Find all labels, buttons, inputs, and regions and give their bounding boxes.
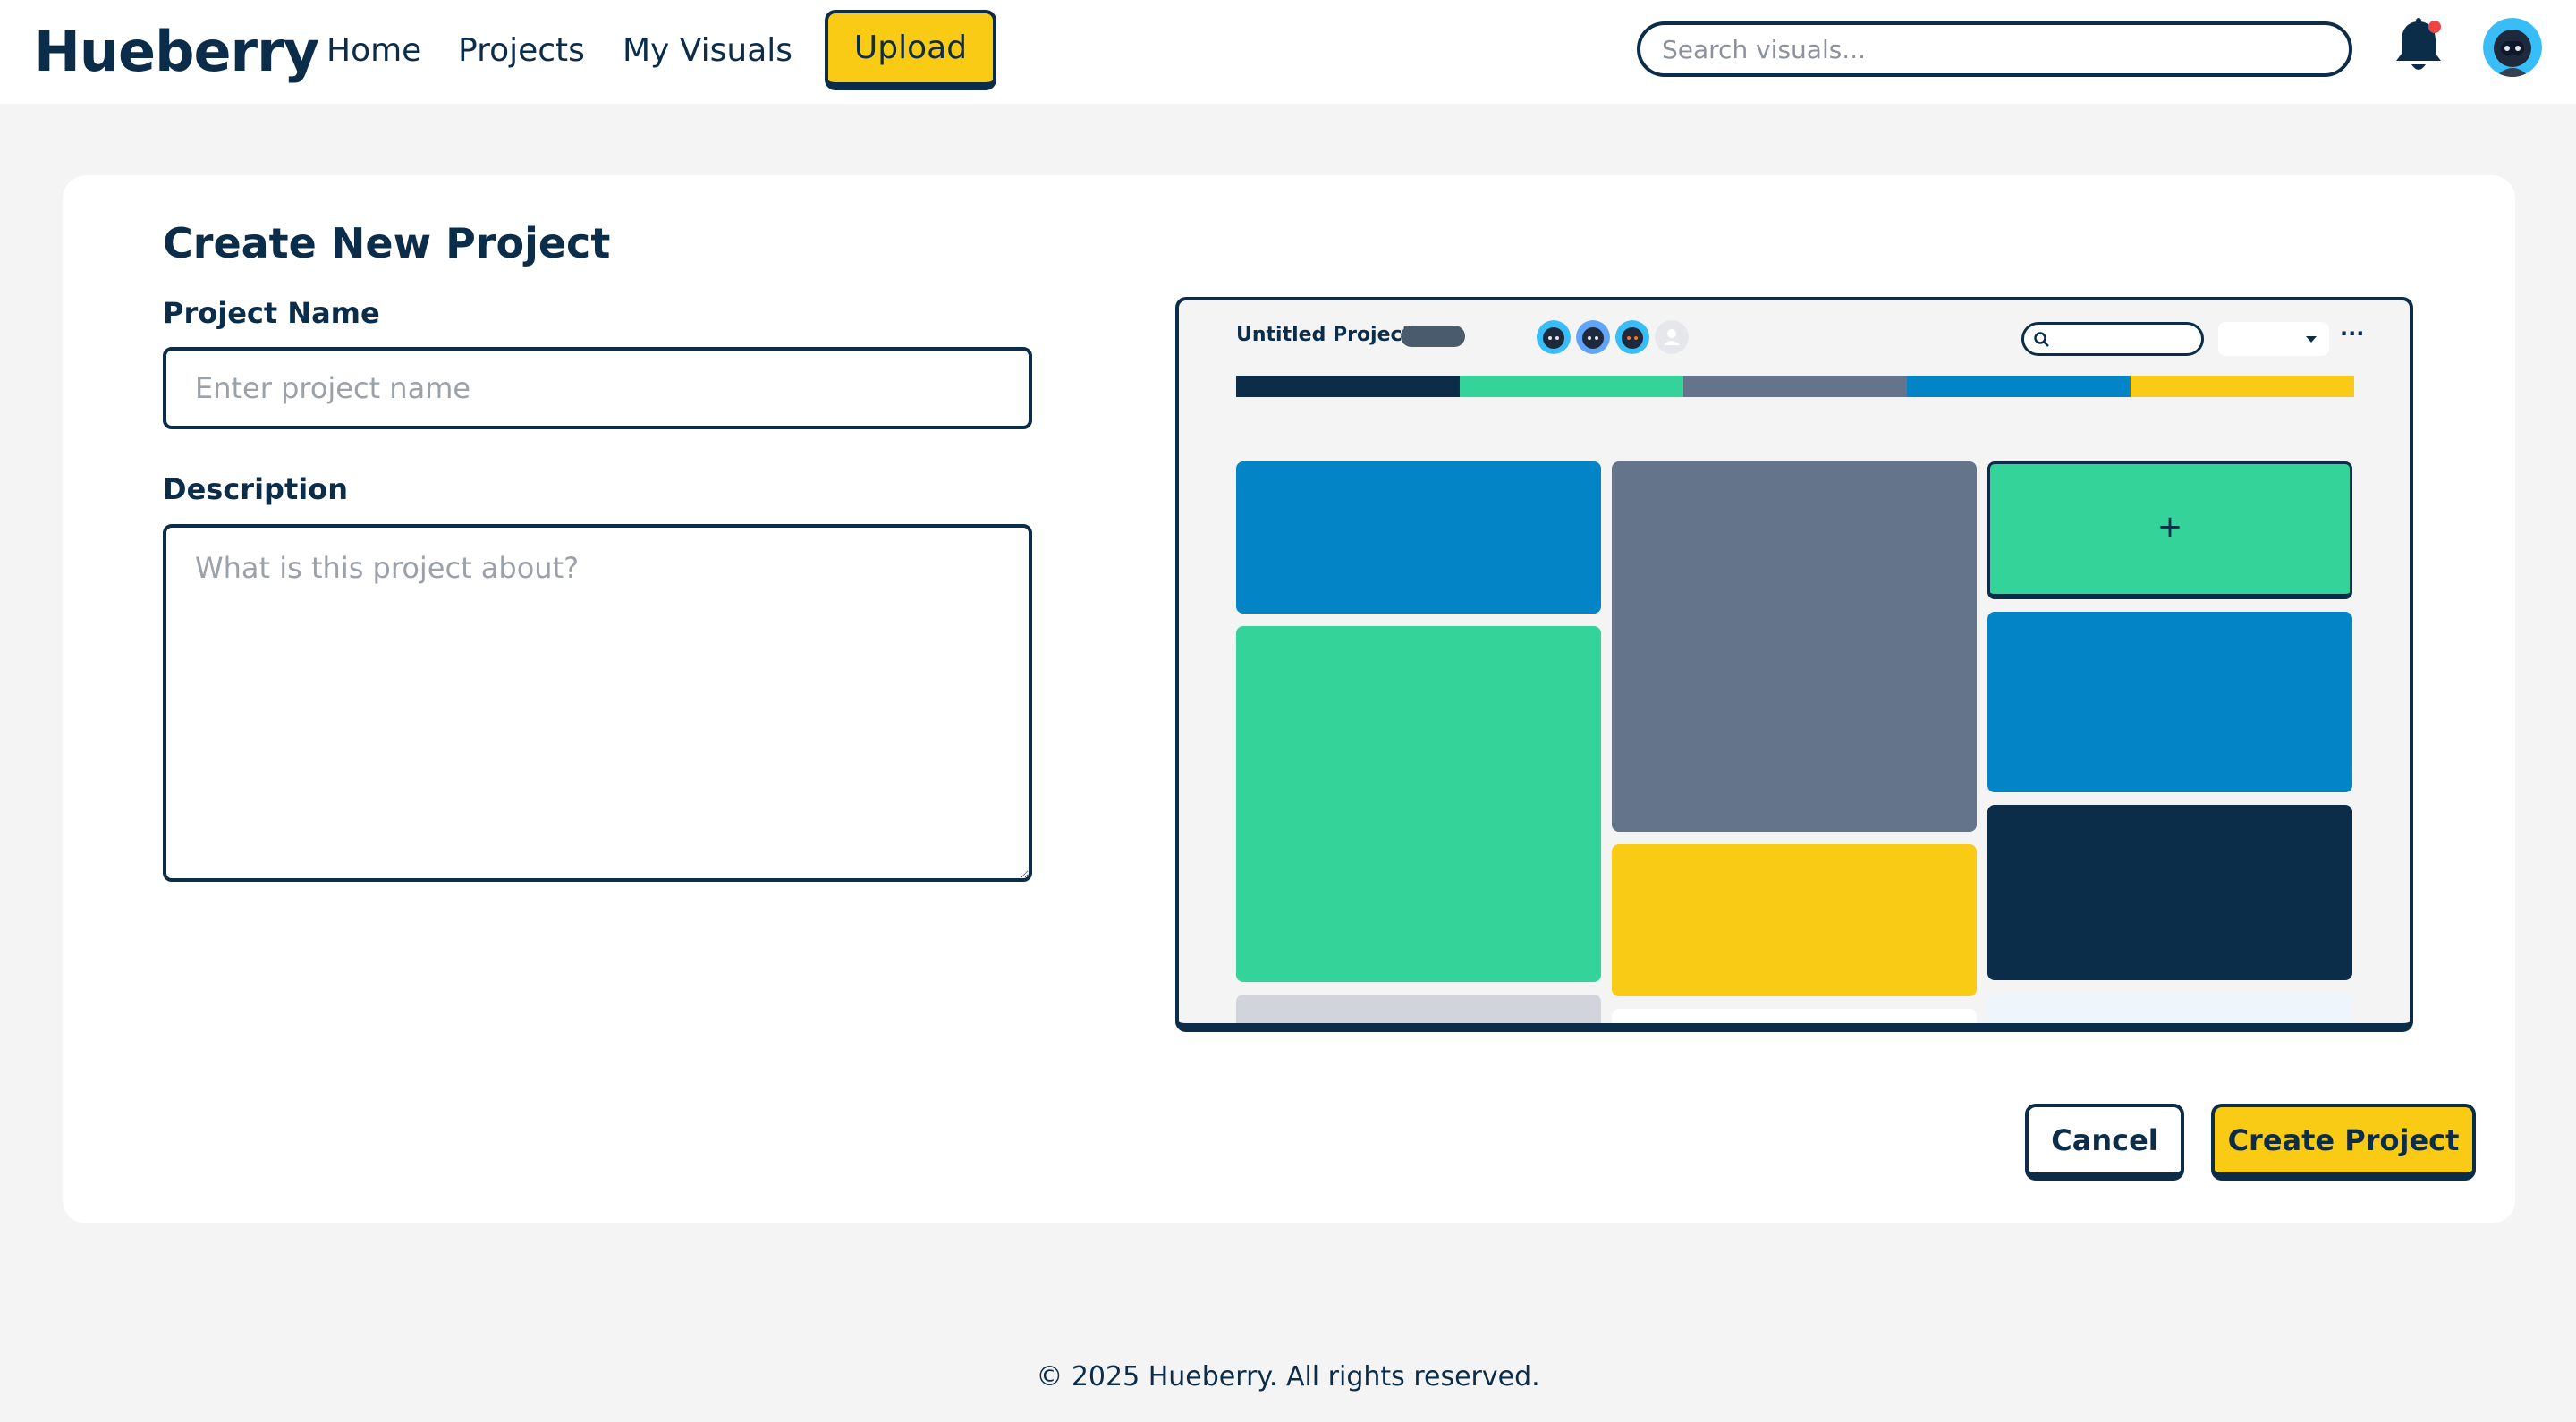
- upload-button[interactable]: Upload: [825, 10, 996, 90]
- palette-swatch: [2131, 376, 2354, 397]
- cancel-button[interactable]: Cancel: [2025, 1104, 2184, 1181]
- preview-tile: [1987, 993, 2352, 1023]
- preview-dropdown: [2218, 322, 2329, 356]
- preview-collaborator-avatar: [1537, 320, 1571, 354]
- project-name-label: Project Name: [163, 296, 380, 330]
- search-icon: [2034, 332, 2049, 347]
- preview-tile: [1987, 805, 2352, 980]
- palette-swatch: [1683, 376, 1907, 397]
- description-textarea[interactable]: [163, 524, 1032, 882]
- preview-tile: [1236, 461, 1601, 614]
- logo[interactable]: Hueberry: [34, 16, 319, 88]
- preview-tile: [1236, 995, 1601, 1023]
- preview-more-icon: ···: [2340, 321, 2365, 346]
- preview-collaborator-avatar: [1576, 320, 1610, 354]
- project-preview: Untitled Project ··· +: [1175, 297, 2413, 1032]
- preview-tile: [1987, 612, 2352, 792]
- preview-tile: [1236, 626, 1601, 982]
- palette-swatch: [1236, 376, 1460, 397]
- palette-swatch: [1460, 376, 1683, 397]
- preview-add-collaborator-icon: [1655, 320, 1689, 354]
- footer-copyright: © 2025 Hueberry. All rights reserved.: [1036, 1361, 1540, 1392]
- nav-link-home[interactable]: Home: [326, 29, 421, 73]
- palette-swatch: [1907, 376, 2131, 397]
- page-title: Create New Project: [163, 219, 611, 267]
- preview-add-tile: +: [1987, 461, 2352, 599]
- nav-link-projects[interactable]: Projects: [458, 29, 585, 73]
- create-project-card: Create New Project Project Name Descript…: [63, 175, 2515, 1223]
- notification-dot: [2428, 21, 2441, 33]
- search-input[interactable]: [1637, 21, 2352, 77]
- preview-tile: [1612, 844, 1977, 996]
- user-avatar[interactable]: [2483, 18, 2542, 77]
- chevron-down-icon: [2306, 336, 2317, 343]
- top-navigation-bar: Hueberry Home Projects My Visuals Upload: [0, 0, 2576, 104]
- notifications-bell-icon[interactable]: [2390, 16, 2447, 79]
- preview-collaborator-avatar: [1615, 320, 1649, 354]
- description-label: Description: [163, 472, 348, 506]
- project-name-input[interactable]: [163, 347, 1032, 429]
- preview-project-title: Untitled Project: [1236, 324, 1412, 346]
- preview-tile: [1612, 1009, 1977, 1023]
- preview-status-pill: [1401, 326, 1465, 347]
- preview-tile: [1612, 461, 1977, 832]
- preview-search-box: [2021, 322, 2204, 356]
- create-project-button[interactable]: Create Project: [2211, 1104, 2476, 1181]
- nav-link-my-visuals[interactable]: My Visuals: [623, 29, 792, 73]
